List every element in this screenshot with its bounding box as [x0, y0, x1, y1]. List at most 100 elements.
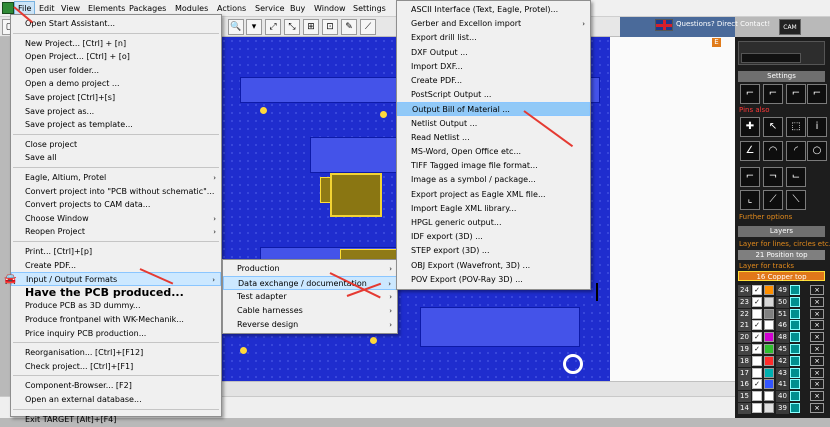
layer-color-swatch[interactable] — [790, 296, 800, 307]
menu-buy[interactable]: Buy — [287, 1, 308, 16]
layer-row[interactable]: 18 42 ⨯ — [738, 355, 825, 367]
line-icon[interactable]: ⌐ — [740, 167, 760, 187]
menu-item[interactable]: Reorganisation... [Ctrl]+[F12] — [11, 346, 221, 360]
menu-item[interactable]: POV Export (POV-Ray 3D) ... — [397, 273, 590, 287]
layer-color-swatch[interactable] — [764, 332, 774, 343]
layer-row[interactable]: 15 40 ⨯ — [738, 391, 825, 403]
menu-item[interactable]: Input / Output Formats › — [11, 272, 221, 287]
layer-color-swatch[interactable] — [790, 379, 800, 390]
menu-item[interactable]: Reopen Project › — [11, 225, 221, 239]
layer-visible-checkbox[interactable]: ✓ — [752, 320, 762, 331]
toolbar-zoom-icon[interactable]: 🔍 — [228, 19, 244, 35]
menu-item[interactable]: Print... [Ctrl]+[p] — [11, 245, 221, 259]
menu-item[interactable]: IDF export (3D) ... — [397, 230, 590, 244]
toolbar-tool5-icon[interactable]: ✎ — [341, 19, 357, 35]
menu-item[interactable]: Component-Browser... [F2] — [11, 379, 221, 393]
layer-visible-checkbox[interactable] — [752, 403, 762, 413]
menu-item[interactable]: PostScript Output ... — [397, 88, 590, 102]
lines-layer-select[interactable]: 21 Position top — [738, 250, 825, 260]
layer-color-swatch[interactable] — [790, 355, 800, 366]
line6-icon[interactable]: ⟍ — [786, 190, 806, 210]
menu-item[interactable]: Close project — [11, 138, 221, 152]
menu-item[interactable]: Cable harnesses › — [223, 304, 397, 318]
layer-color-swatch[interactable] — [764, 367, 774, 378]
menu-item[interactable]: Have the PCB produced... — [11, 286, 221, 300]
menu-item[interactable]: Netlist Output ... — [397, 117, 590, 131]
route4-icon[interactable]: ⌐ — [807, 84, 827, 104]
menu-item[interactable]: Eagle, Altium, Protel › — [11, 171, 221, 185]
menu-item[interactable]: Create PDF... — [11, 259, 221, 273]
layer-color-swatch[interactable] — [790, 308, 800, 319]
layer-row[interactable]: 20 ✓ 48 ⨯ — [738, 332, 825, 344]
menu-item[interactable]: Open Project... [Ctrl] + [o] — [11, 50, 221, 64]
pointer-icon[interactable]: ↖ — [763, 117, 783, 137]
menu-item[interactable]: Convert project into "PCB without schema… — [11, 185, 221, 199]
layer-hatch-icon[interactable]: ⨯ — [810, 379, 824, 390]
layer-color-swatch[interactable] — [764, 355, 774, 366]
menu-item[interactable]: Check project... [Ctrl]+[F1] — [11, 360, 221, 374]
menu-item[interactable]: OBJ Export (Wavefront, 3D) ... — [397, 259, 590, 273]
menu-item[interactable]: Choose Window › — [11, 212, 221, 226]
menu-item[interactable]: Export project as Eagle XML file... — [397, 188, 590, 202]
menu-item[interactable]: Reverse design › — [223, 318, 397, 332]
layer-color-swatch[interactable] — [790, 332, 800, 343]
menu-item[interactable]: DXF Output ... — [397, 46, 590, 60]
layer-color-swatch[interactable] — [790, 344, 800, 354]
layer-color-swatch[interactable] — [764, 379, 774, 390]
angle-icon[interactable]: ∠ — [740, 141, 760, 161]
menu-item[interactable]: Open user folder... — [11, 64, 221, 78]
layer-color-swatch[interactable] — [764, 285, 774, 295]
menu-item[interactable]: Open Start Assistant... — [11, 17, 221, 31]
pins-also-checkbox[interactable]: Pins also — [739, 106, 770, 114]
contact-link[interactable]: Questions? Direct Contact! — [676, 20, 770, 28]
layer-hatch-icon[interactable]: ⨯ — [810, 320, 824, 331]
layer-hatch-icon[interactable]: ⨯ — [810, 367, 824, 378]
layer-visible-checkbox[interactable]: ✓ — [752, 344, 762, 354]
menu-item[interactable]: Save project [Ctrl]+[s] — [11, 91, 221, 105]
menu-item[interactable]: Open an external database... — [11, 393, 221, 407]
layer-row[interactable]: 14 39 ⨯ — [738, 403, 825, 414]
menu-service[interactable]: Service — [252, 1, 288, 16]
layer-visible-checkbox[interactable] — [752, 355, 762, 366]
layer-hatch-icon[interactable]: ⨯ — [810, 296, 824, 307]
menu-item[interactable]: HPGL generic output... — [397, 216, 590, 230]
layer-color-swatch[interactable] — [764, 308, 774, 319]
menu-item[interactable]: Exit TARGET [Alt]+[F4] — [11, 413, 221, 427]
layer-hatch-icon[interactable]: ⨯ — [810, 285, 824, 295]
layer-color-swatch[interactable] — [790, 367, 800, 378]
toolbar-tool6-icon[interactable]: ⟋ — [360, 19, 376, 35]
layer-visible-checkbox[interactable]: ✓ — [752, 332, 762, 343]
line4-icon[interactable]: ⌞ — [740, 190, 760, 210]
layer-color-swatch[interactable] — [764, 320, 774, 331]
info-icon[interactable]: i — [807, 117, 827, 137]
menu-item[interactable]: Export drill list... — [397, 31, 590, 45]
toolbar-zoom-menu-icon[interactable]: ▾ — [246, 19, 262, 35]
layer-visible-checkbox[interactable]: ✓ — [752, 285, 762, 295]
menu-window[interactable]: Window — [311, 1, 349, 16]
layer-hatch-icon[interactable]: ⨯ — [810, 344, 824, 354]
toolbar-tool2-icon[interactable]: ⤡ — [284, 19, 300, 35]
route-icon[interactable]: ⌐ — [740, 84, 760, 104]
layer-hatch-icon[interactable]: ⨯ — [810, 403, 824, 413]
route3-icon[interactable]: ⌐ — [786, 84, 806, 104]
toolbar-tool3-icon[interactable]: ⊞ — [303, 19, 319, 35]
line3-icon[interactable]: ⌙ — [786, 167, 806, 187]
toolbar-tool4-icon[interactable]: ⊡ — [322, 19, 338, 35]
layer-color-swatch[interactable] — [790, 285, 800, 295]
layer-color-swatch[interactable] — [764, 391, 774, 402]
menu-item[interactable]: ASCII Interface (Text, Eagle, Protel)... — [397, 3, 590, 17]
menu-item[interactable]: Production › — [223, 262, 397, 276]
layer-hatch-icon[interactable]: ⨯ — [810, 391, 824, 402]
layer-row[interactable]: 17 43 ⨯ — [738, 367, 825, 379]
menu-item[interactable]: Save project as template... — [11, 118, 221, 132]
arc2-icon[interactable]: ◜ — [786, 141, 806, 161]
layer-visible-checkbox[interactable] — [752, 308, 762, 319]
layer-hatch-icon[interactable]: ⨯ — [810, 355, 824, 366]
layer-row[interactable]: 22 51 ⨯ — [738, 308, 825, 320]
flag-icon[interactable] — [655, 19, 673, 31]
menu-item[interactable]: Create PDF... — [397, 74, 590, 88]
menu-item[interactable]: Output Bill of Material ... — [397, 102, 590, 117]
layer-hatch-icon[interactable]: ⨯ — [810, 332, 824, 343]
horizontal-scrollbar[interactable] — [220, 381, 738, 396]
menu-item[interactable]: STEP export (3D) ... — [397, 244, 590, 258]
